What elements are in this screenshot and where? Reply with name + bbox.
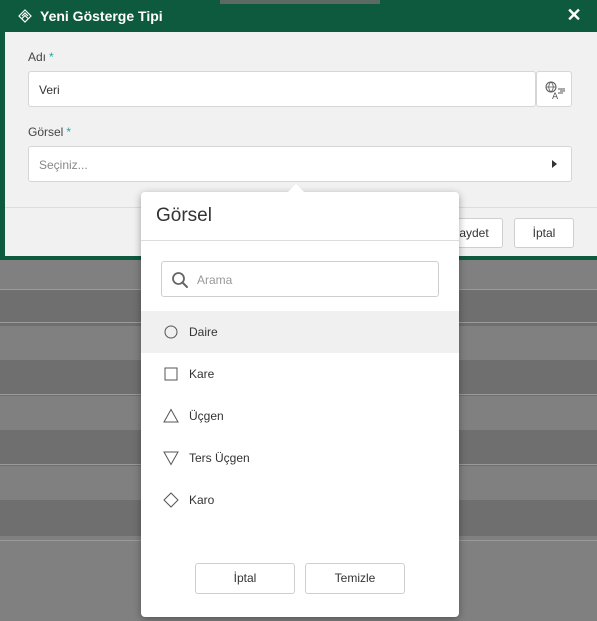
popup-divider [141,240,459,241]
cancel-button-label: İptal [532,226,556,240]
visual-picker-popup: Görsel Arama Daire Kare Üçgen Ters Üçgen [141,184,459,617]
popup-title: Görsel [156,205,212,226]
titlebar-decoration [220,0,380,4]
circle-icon [164,325,178,339]
triangle-icon [163,408,179,423]
popup-cancel-label: İptal [233,571,257,585]
name-field-label: Adı * [28,50,54,64]
option-label: Daire [189,325,218,339]
option-ucgen[interactable]: Üçgen [141,395,459,437]
search-input[interactable]: Arama [161,261,439,297]
visual-select[interactable]: Seçiniz... [28,146,572,182]
option-kare[interactable]: Kare [141,353,459,395]
option-label: Kare [189,367,215,381]
name-input-value: Veri [39,83,60,97]
search-icon [172,272,188,288]
dialog-titlebar: Yeni Gösterge Tipi ✕ [0,0,597,32]
dialog-title: Yeni Gösterge Tipi [40,8,163,24]
close-button[interactable]: ✕ [565,5,583,25]
visual-label-text: Görsel [28,125,64,139]
popup-cancel-button[interactable]: İptal [195,563,295,594]
option-label: Üçgen [189,409,224,423]
close-icon: ✕ [566,5,582,25]
visual-field-label: Görsel * [28,125,71,139]
option-daire[interactable]: Daire [141,311,459,353]
search-placeholder: Arama [197,273,233,287]
caret-right-icon [552,160,557,168]
popup-clear-button[interactable]: Temizle [305,563,405,594]
name-input[interactable]: Veri [28,71,536,107]
option-label: Ters Üçgen [189,451,250,465]
cancel-button[interactable]: İptal [514,218,574,248]
svg-text:A: A [552,92,559,100]
square-icon [164,367,178,381]
option-ters-ucgen[interactable]: Ters Üçgen [141,437,459,479]
dialog-body: Adı * Veri A Görsel * Seçiniz... [5,32,597,207]
required-mark: * [49,50,54,64]
popup-clear-label: Temizle [334,571,376,585]
name-label-text: Adı [28,50,47,64]
inverted-triangle-icon [163,451,179,466]
diamond-icon [163,492,179,508]
translate-button[interactable]: A [536,71,572,107]
required-mark: * [66,125,72,139]
layers-icon [18,9,32,23]
option-karo[interactable]: Karo [141,479,459,521]
option-label: Karo [189,493,215,507]
visual-select-placeholder: Seçiniz... [39,158,88,172]
popup-pointer [288,184,304,192]
translate-icon: A [545,81,565,100]
